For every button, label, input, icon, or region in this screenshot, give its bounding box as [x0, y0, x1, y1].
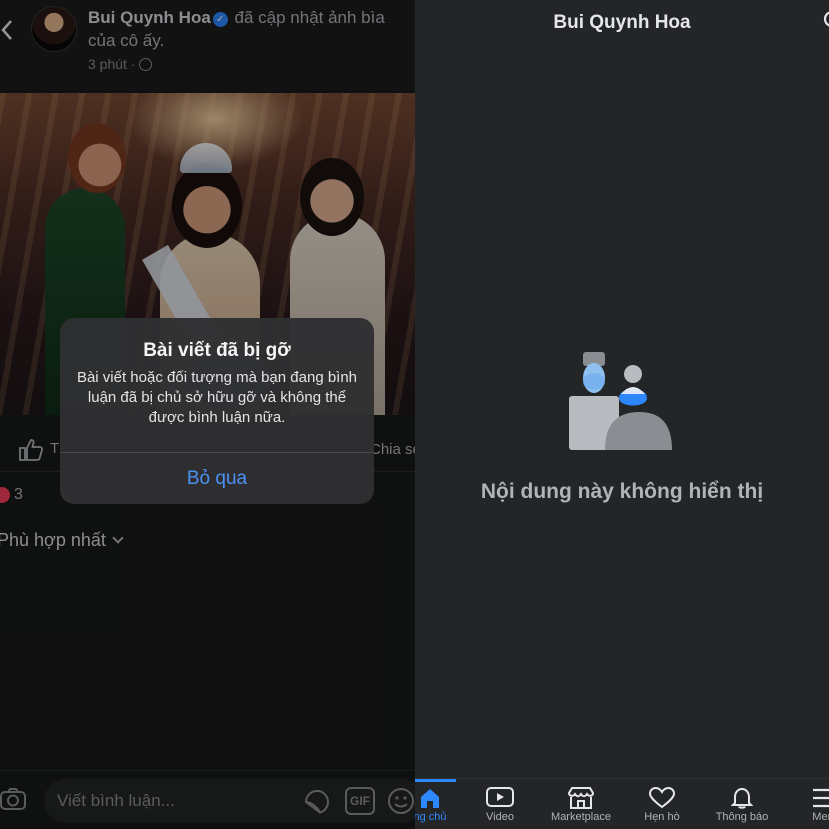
photo-crown: [180, 143, 232, 173]
share-label[interactable]: Chia sẻ: [370, 441, 415, 458]
tab-label: ng chủ: [415, 811, 447, 823]
tab-marketplace[interactable]: Marketplace: [543, 779, 619, 829]
like-label[interactable]: T: [50, 440, 59, 457]
gif-icon[interactable]: GIF: [345, 787, 375, 815]
back-icon[interactable]: [0, 18, 14, 42]
photo-figure: [300, 158, 364, 236]
alert-title: Bài viết đã bị gỡ: [143, 340, 291, 361]
post-removed-alert: Bài viết đã bị gỡ Bài viết hoặc đối tượn…: [60, 318, 374, 504]
tab-label: Video: [486, 811, 514, 823]
tab-notifications[interactable]: Thông báo: [710, 779, 774, 829]
tab-label: Marketplace: [551, 811, 611, 823]
profile-header: Bui Quynh Hoa: [415, 0, 829, 48]
dismiss-button[interactable]: Bỏ qua: [60, 453, 374, 504]
globe-icon: [139, 58, 153, 71]
reaction-count: 3: [14, 486, 23, 503]
verified-icon: ✓: [212, 12, 228, 27]
marketplace-icon: [567, 787, 595, 809]
alert-message: Bài viết hoặc đối tượng mà bạn đang bình…: [76, 369, 358, 426]
bell-icon: [730, 787, 754, 809]
app-root: Bui Quynh Hoa ✓ đã cập nhật ảnh bìa của c…: [0, 0, 829, 829]
content-unavailable-message: Nội dung này không hiển thị: [480, 480, 764, 503]
profile-title: Bui Quynh Hoa: [553, 12, 691, 33]
bottom-tab-bar: ng chủ Video Marketplace Hẹn hò Thông bá…: [415, 778, 829, 829]
photo-figure: [68, 123, 126, 193]
tab-label: Thông báo: [715, 811, 769, 823]
tab-dating[interactable]: Hẹn hò: [637, 779, 687, 829]
sticker-icon[interactable]: [302, 787, 332, 817]
like-icon[interactable]: [18, 438, 44, 462]
tab-label: Men: [812, 811, 829, 823]
home-icon: [421, 789, 439, 808]
tab-label: Hẹn hò: [644, 811, 680, 823]
post-header: Bui Quynh Hoa ✓ đã cập nhật ảnh bìa của c…: [0, 0, 415, 90]
tab-home[interactable]: ng chủ: [415, 779, 455, 829]
heart-reaction-icon: [0, 487, 10, 503]
content-unavailable-icon: [569, 352, 672, 450]
author-name[interactable]: Bui Quynh Hoa: [88, 8, 211, 27]
tab-menu[interactable]: Men: [803, 779, 829, 829]
chevron-down-icon: [112, 532, 124, 544]
photo-figure: [172, 163, 242, 248]
video-icon: [486, 787, 514, 807]
comment-bar: GIF: [0, 770, 415, 829]
camera-icon[interactable]: [0, 787, 28, 811]
comment-sort-dropdown[interactable]: Phù hợp nhất: [0, 530, 124, 551]
tab-video[interactable]: Video: [475, 779, 525, 829]
post-time: 3 phút ·: [88, 56, 153, 72]
emoji-icon[interactable]: [387, 787, 415, 815]
search-icon[interactable]: [823, 10, 829, 30]
author-line: Bui Quynh Hoa ✓ đã cập nhật ảnh bìa của c…: [88, 6, 408, 52]
author-avatar[interactable]: [31, 6, 77, 52]
post-time-text: 3 phút ·: [88, 56, 136, 72]
sort-label: Phù hợp nhất: [0, 530, 106, 550]
heart-outline-icon: [648, 787, 676, 809]
profile-screen: Bui Quynh Hoa Nội dung này không hiển th…: [415, 0, 829, 829]
post-screen: Bui Quynh Hoa ✓ đã cập nhật ảnh bìa của c…: [0, 0, 415, 829]
menu-icon: [813, 788, 829, 808]
